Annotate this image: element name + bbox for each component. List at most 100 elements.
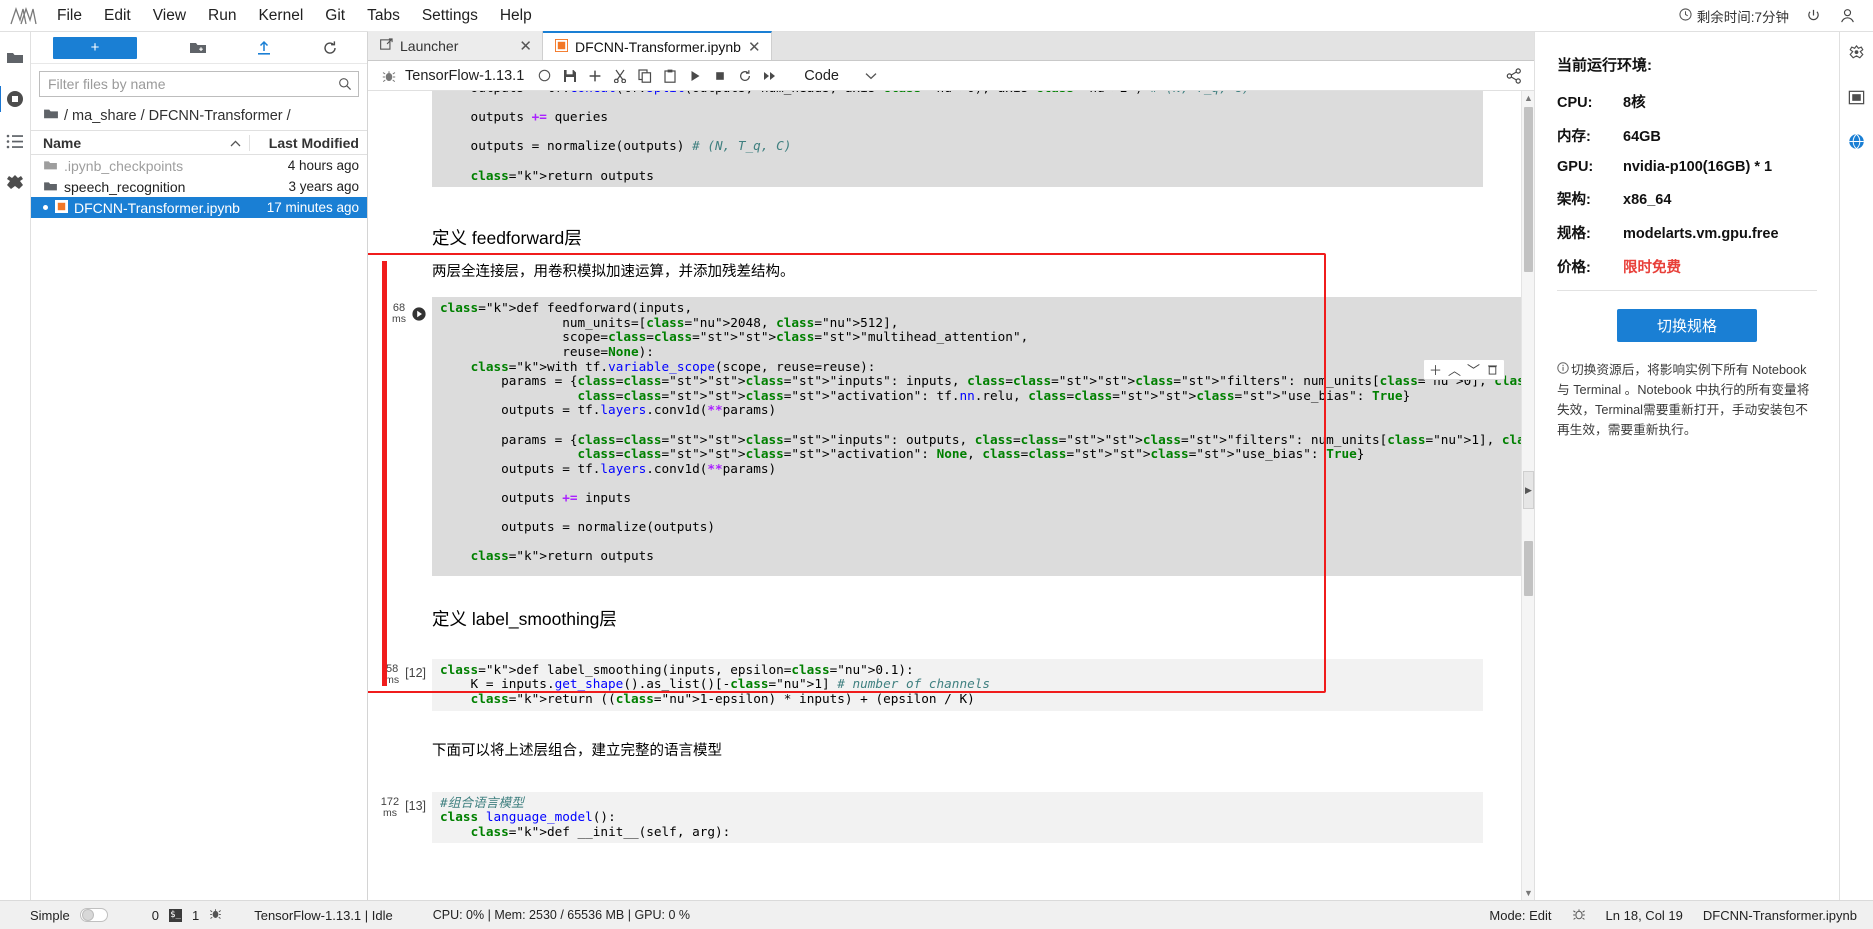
kernel-spec-icon[interactable]	[1572, 907, 1586, 924]
file-browser-toolbar: +	[31, 32, 367, 64]
save-button[interactable]	[557, 63, 582, 88]
execution-time-unit: ms	[385, 673, 400, 686]
kernel-status[interactable]: TensorFlow-1.13.1 | Idle	[254, 908, 393, 923]
simple-mode-toggle[interactable]	[79, 908, 108, 922]
new-launcher-button[interactable]: +	[53, 36, 137, 59]
cursor-position[interactable]: Ln 18, Col 19	[1606, 908, 1683, 923]
move-down-icon[interactable]: ﹀	[1465, 361, 1482, 378]
column-header-last-modified[interactable]: Last Modified	[249, 134, 367, 151]
kernel-idle-circle-icon	[532, 63, 557, 88]
env-value: 64GB	[1623, 129, 1661, 145]
menu-git[interactable]: Git	[314, 0, 356, 32]
debugger-icon[interactable]	[1844, 84, 1870, 110]
env-row-cpu: CPU: 8核	[1557, 91, 1817, 112]
upload-icon[interactable]	[251, 35, 277, 61]
close-icon[interactable]: ✕	[748, 38, 761, 56]
menu-tabs[interactable]: Tabs	[356, 0, 411, 32]
list-item[interactable]: speech_recognition 3 years ago	[31, 176, 367, 197]
notebook-toolbar: TensorFlow-1.13.1 Code	[368, 61, 1534, 91]
markdown-cell-combine[interactable]: 下面可以将上述层组合，建立完整的语言模型	[368, 731, 1521, 770]
delete-icon[interactable]	[1484, 361, 1501, 378]
share-icon[interactable]	[1501, 63, 1526, 88]
insert-cell-button[interactable]	[582, 63, 607, 88]
search-input[interactable]	[40, 72, 338, 96]
menu-bar: File Edit View Run Kernel Git Tabs Setti…	[0, 0, 1873, 32]
code-content[interactable]: class="k">def label_smoothing(inputs, ep…	[432, 658, 1483, 711]
notebook-cell[interactable]: outputs = tf.concat(tf.split(outputs, nu…	[368, 91, 1521, 188]
markdown-cell-feedforward[interactable]: 定义 feedforward层 两层全连接层，用卷积模拟加速运算，并添加残差结构…	[368, 209, 1521, 291]
cell-gutter	[368, 209, 432, 291]
code-content[interactable]: class="k">def feedforward(inputs, num_un…	[432, 297, 1521, 576]
env-key: 架构:	[1557, 192, 1591, 208]
breadcrumb[interactable]: / ma_share / DFCNN-Transformer /	[31, 103, 367, 130]
tab-label: Launcher	[400, 37, 459, 54]
power-icon[interactable]	[1803, 6, 1823, 26]
menu-view[interactable]: View	[142, 0, 197, 32]
copy-cell-button[interactable]	[632, 63, 657, 88]
close-icon[interactable]: ✕	[519, 37, 532, 55]
cut-cell-button[interactable]	[607, 63, 632, 88]
kernel-bug-icon[interactable]	[376, 63, 401, 88]
cell-gutter: 58 ms [12]	[368, 659, 432, 711]
restart-kernel-button[interactable]	[732, 63, 757, 88]
terminal-icon[interactable]: $_	[168, 908, 182, 922]
kernel-icon[interactable]	[209, 907, 222, 923]
environment-note-text: 切换资源后，将影响实例下所有 Notebook 与 Terminal 。Note…	[1557, 363, 1810, 437]
globe-icon[interactable]	[1844, 128, 1870, 154]
folder-icon[interactable]	[2, 44, 28, 70]
interrupt-kernel-button[interactable]	[707, 63, 732, 88]
menu-settings[interactable]: Settings	[411, 0, 489, 32]
folder-icon	[43, 107, 59, 124]
tab-launcher[interactable]: Launcher ✕	[368, 31, 543, 60]
table-of-contents-icon[interactable]	[2, 128, 28, 154]
property-inspector-icon[interactable]	[1844, 40, 1870, 66]
extension-manager-icon[interactable]	[2, 170, 28, 196]
divider	[1557, 290, 1817, 291]
paste-cell-button[interactable]	[657, 63, 682, 88]
menu-file[interactable]: File	[46, 0, 93, 32]
column-header-name[interactable]: Name	[31, 135, 249, 151]
clock-icon	[1679, 7, 1692, 24]
code-cell-feedforward[interactable]: 68 ms class="k">def feedforward(inputs, …	[368, 297, 1521, 576]
code-cell-label-smoothing[interactable]: 58 ms [12] class="k">def label_smoothing…	[368, 658, 1521, 711]
restart-and-run-all-button[interactable]	[757, 63, 782, 88]
new-folder-icon[interactable]	[185, 35, 211, 61]
move-up-icon[interactable]: ︿	[1446, 361, 1463, 378]
code-content[interactable]: outputs = tf.concat(tf.split(outputs, nu…	[432, 91, 1483, 188]
info-icon	[1557, 360, 1569, 380]
file-list: .ipynb_checkpoints 4 hours ago speech_re…	[31, 155, 367, 900]
menu-run[interactable]: Run	[197, 0, 247, 32]
env-row-gpu: GPU: nvidia-p100(16GB) * 1	[1557, 159, 1817, 175]
scroll-up-icon[interactable]: ▲	[1522, 91, 1534, 105]
list-item[interactable]: DFCNN-Transformer.ipynb 17 minutes ago	[31, 197, 367, 218]
left-sidebar-rail	[0, 32, 31, 900]
jupyterlab-window: File Edit View Run Kernel Git Tabs Setti…	[0, 0, 1873, 929]
folder-icon	[43, 158, 58, 174]
execution-time-unit: ms	[392, 313, 406, 326]
scrollbar-thumb[interactable]	[1524, 107, 1533, 272]
tab-dfcnn-transformer-notebook[interactable]: DFCNN-Transformer.ipynb ✕	[543, 31, 772, 60]
markdown-cell-label-smoothing[interactable]: 定义 label_smoothing层	[368, 598, 1521, 635]
cell-hover-toolbar[interactable]: ＋ ︿ ﹀	[1423, 359, 1505, 380]
scroll-down-icon[interactable]: ▼	[1522, 886, 1534, 900]
switch-spec-button[interactable]: 切换规格	[1617, 309, 1757, 342]
refresh-icon[interactable]	[317, 35, 343, 61]
running-terminals-icon[interactable]	[0, 86, 28, 112]
list-item[interactable]: .ipynb_checkpoints 4 hours ago	[31, 155, 367, 176]
env-row-memory: 内存: 64GB	[1557, 125, 1817, 146]
code-cell-language-model[interactable]: 172 ms [13] #组合语言模型 class language_model…	[368, 791, 1521, 844]
add-icon[interactable]: ＋	[1427, 361, 1444, 378]
menu-edit[interactable]: Edit	[93, 0, 142, 32]
collapse-right-panel-handle[interactable]: ▶	[1523, 471, 1534, 509]
run-cell-inline-button[interactable]	[412, 303, 426, 324]
cell-type-dropdown[interactable]: Code	[800, 67, 881, 85]
run-cell-button[interactable]	[682, 63, 707, 88]
scrollbar-thumb-secondary[interactable]	[1524, 541, 1533, 596]
user-account-icon[interactable]	[1837, 6, 1857, 26]
code-content[interactable]: #组合语言模型 class language_model(): class="k…	[432, 791, 1483, 844]
cell-gutter: 68 ms	[368, 297, 432, 576]
cell-gutter	[368, 598, 432, 635]
file-filter[interactable]	[39, 71, 359, 97]
menu-kernel[interactable]: Kernel	[247, 0, 314, 32]
menu-help[interactable]: Help	[489, 0, 543, 32]
